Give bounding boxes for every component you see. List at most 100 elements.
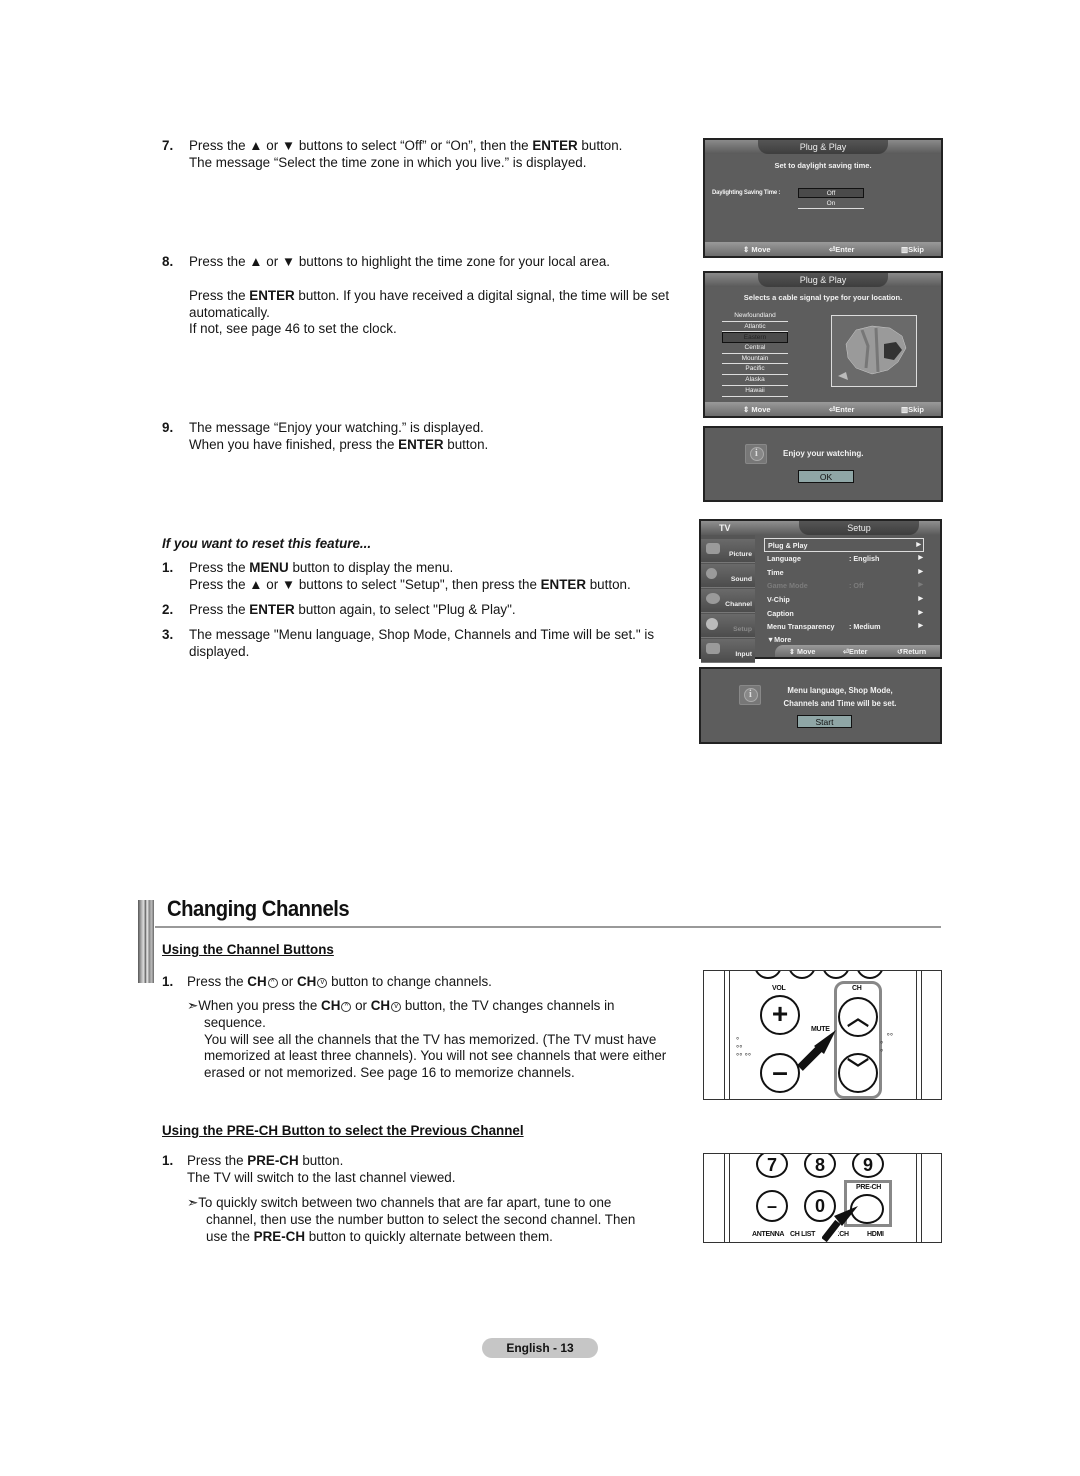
ok-button[interactable]: OK (798, 470, 854, 483)
tz-atlantic[interactable]: Atlantic (722, 322, 788, 333)
osd-header: Plug & Play (705, 140, 941, 154)
reset-step-3: 3. The message "Menu language, Shop Mode… (162, 627, 682, 661)
step-number: 3. (162, 627, 174, 642)
reset-heading: If you want to reset this feature... (162, 536, 372, 551)
menu-row-time[interactable]: Time ▶ (767, 566, 925, 580)
reset-step-3-line-1: The message "Menu language, Shop Mode, C… (189, 627, 655, 642)
ch-label: CH (852, 985, 862, 992)
sidebar-item-setup[interactable]: Setup (701, 614, 755, 638)
start-button[interactable]: Start (797, 715, 852, 728)
step-7: 7. Press the ▲ or ▼ buttons to select “O… (162, 138, 682, 172)
sidebar-item-input[interactable]: Input (701, 639, 755, 663)
remote-prech-illustration: 7 8 9 – 0 PRE-CH ANTENNA CH LIST FAV.CH … (703, 1153, 942, 1243)
step-number: 1. (162, 560, 174, 575)
osd-plug-and-play-start: i Menu language, Shop Mode, Channels and… (699, 667, 942, 744)
input-icon (706, 643, 720, 654)
sidebar-item-picture[interactable]: Picture (701, 539, 755, 563)
osd-footer: ⇕ Move ⏎Enter ▥Skip (705, 242, 941, 256)
step-8: 8. Press the ▲ or ▼ buttons to highlight… (162, 254, 687, 338)
menu-row-caption[interactable]: Caption ▶ (767, 607, 925, 621)
step-number: 7. (162, 138, 174, 153)
step-number: 2. (162, 602, 174, 617)
sidebar-item-sound[interactable]: Sound (701, 564, 755, 588)
antenna-label: ANTENNA (752, 1231, 785, 1238)
step-8-line-3: automatically. (189, 304, 270, 320)
reset-step-1: 1. Press the MENU button to display the … (162, 560, 682, 594)
hdmi-label: HDMI (867, 1231, 884, 1238)
dots-decoration: ° °° °° °° (736, 1036, 752, 1061)
prech-step-1: 1. Press the PRE-CH button. The TV will … (162, 1153, 682, 1187)
remote-top-button (856, 971, 884, 979)
dash-button[interactable]: – (756, 1190, 788, 1222)
page-number-badge: English - 13 (482, 1338, 598, 1358)
ch-down-button[interactable]: ﹀ (838, 1053, 878, 1093)
prech-step-1-line-1: Press the PRE-CH button. (187, 1153, 344, 1168)
step-8-line-4: If not, see page 46 to set the clock. (189, 321, 397, 337)
start-message-line-1: Menu language, Shop Mode, (787, 686, 893, 695)
remote-body-edge-left (724, 971, 730, 1099)
enter-hint: ⏎Enter (843, 647, 868, 656)
menu-row-plug-and-play[interactable]: Plug & Play ▶ (764, 538, 924, 552)
digit-8-button[interactable]: 8 (804, 1154, 836, 1178)
menu-row-v-chip[interactable]: V-Chip ▶ (767, 593, 925, 607)
step-8-line-2: Press the ENTER button. If you have rece… (189, 287, 670, 303)
step-number: 9. (162, 420, 174, 435)
chevron-up-icon: ︿ (846, 1005, 869, 1030)
osd-footer: ⇕ Move ⏎Enter ▥Skip (705, 402, 941, 416)
tz-central[interactable]: Central (722, 343, 788, 354)
osd-message: Set to daylight saving time. (774, 161, 872, 170)
remote-top-button (754, 971, 782, 979)
enjoy-message: Enjoy your watching. (783, 449, 864, 458)
move-hint: ⇕ Move (789, 647, 816, 656)
osd-header: TV Setup (701, 521, 940, 535)
note-arrow-icon: ➣ (187, 998, 199, 1013)
enter-hint: ⏎Enter (829, 405, 855, 414)
remote-channel-buttons-illustration: VOL + – MUTE CH ︿ ﹀ ° °° °° °° °° ° ° (703, 970, 942, 1100)
section-divider (155, 926, 941, 928)
osd-setup-menu: TV Setup Picture Sound Channel Setup Inp… (699, 519, 942, 663)
dst-option-on[interactable]: On (798, 199, 864, 209)
arrow-right-icon: ▶ (918, 569, 923, 575)
digit-7-button[interactable]: 7 (756, 1154, 788, 1178)
sidebar-item-channel[interactable]: Channel (701, 589, 755, 613)
reset-step-2: 2. Press the ENTER button again, to sele… (162, 602, 682, 619)
dst-field-label: Daylighting Saving Time : (712, 190, 781, 196)
tz-hawaii[interactable]: Hawaii (722, 386, 788, 397)
menu-row-menu-transparency[interactable]: Menu Transparency: Medium ▶ (767, 620, 925, 634)
menu-row-language[interactable]: Language: English ▶ (767, 552, 925, 566)
prech-note: ➣To quickly switch between two channels … (187, 1195, 687, 1245)
channel-icon (706, 593, 720, 604)
section-marker-bar (138, 900, 154, 983)
channel-step-1-line: Press the CH ^ or CH v button to change ch… (187, 974, 492, 989)
info-icon: i (739, 685, 761, 705)
start-message: Menu language, Shop Mode, Channels and T… (765, 684, 915, 710)
ch-up-button[interactable]: ︿ (838, 997, 878, 1037)
tz-eastern[interactable]: Eastern (722, 332, 788, 344)
tz-pacific[interactable]: Pacific (722, 364, 788, 376)
channel-note-line-2: sequence. (204, 1014, 266, 1030)
arrow-right-icon: ▶ (918, 582, 923, 588)
osd-enjoy-message: i Enjoy your watching. OK (703, 426, 943, 502)
ch-list-label: CH LIST (790, 1231, 816, 1238)
prech-step-1-line-2: The TV will switch to the last channel v… (187, 1169, 456, 1185)
osd-title: Setup (799, 521, 919, 535)
digit-9-button[interactable]: 9 (852, 1154, 884, 1178)
step-number: 8. (162, 254, 174, 269)
prech-note-line-2: channel, then use the number button to s… (206, 1211, 636, 1227)
menu-sidebar: Picture Sound Channel Setup Input (701, 535, 755, 663)
step-9-line-1: The message “Enjoy your watching.” is di… (189, 420, 484, 435)
dst-option-off[interactable]: Off (798, 188, 864, 198)
tz-newfoundland[interactable]: Newfoundland (722, 311, 788, 322)
osd-title: Plug & Play (758, 140, 888, 154)
step-number: 1. (162, 974, 174, 989)
tz-alaska[interactable]: Alaska (722, 375, 788, 386)
osd-time-zone: Plug & Play Selects a cable signal type … (703, 271, 943, 418)
chevron-down-icon: v (317, 978, 328, 988)
prech-note-line-1: ➣To quickly switch between two channels … (187, 1195, 612, 1210)
channel-note-line-4: memorized at least three channels). You … (204, 1048, 667, 1064)
tz-mountain[interactable]: Mountain (722, 354, 788, 365)
reset-step-3-line-2: displayed. (189, 643, 250, 659)
move-hint: ⇕ Move (743, 245, 771, 254)
step-9-line-2: When you have finished, press the ENTER … (189, 436, 489, 452)
chevron-up-icon: ^ (267, 978, 278, 988)
